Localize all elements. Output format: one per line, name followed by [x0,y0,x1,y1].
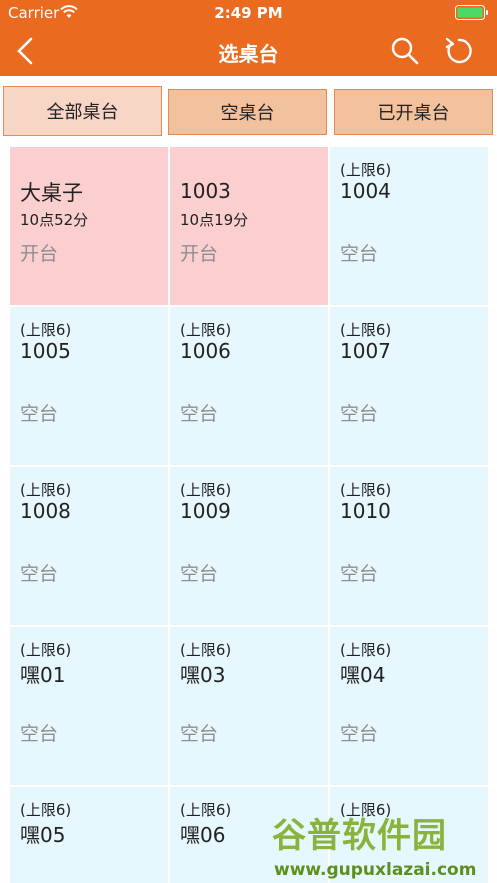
table-name: 嘿04 [340,663,386,687]
refresh-icon [445,37,472,64]
table-cell[interactable]: (上限6) 嘿05 [10,787,168,883]
table-status: 空台 [180,563,219,585]
table-name: 嘿01 [20,663,66,687]
table-status: 空台 [180,723,219,745]
table-cell[interactable]: (上限6) 1008 空台 [10,467,168,625]
tab-all-tables[interactable]: 全部桌台 [3,86,162,136]
table-cell[interactable]: (上限6) 1004 空台 [330,147,488,305]
table-capacity: (上限6) [20,321,72,339]
table-cell[interactable]: 大桌子 10点52分 开台 [10,147,168,305]
table-name: 1010 [340,499,391,523]
table-capacity: (上限6) [340,641,392,659]
table-capacity: (上限6) [180,641,232,659]
table-name: 大桌子 [20,181,83,205]
table-name: 嘿03 [180,663,226,687]
table-status: 开台 [180,243,219,265]
table-capacity: (上限6) [180,321,232,339]
table-name: 1008 [20,499,71,523]
watermark-title: 谷普软件园 [272,816,447,856]
search-button[interactable] [388,34,422,68]
table-name: 1007 [340,339,391,363]
watermark-url: www.gupuxlazai.com [274,860,477,880]
table-status: 空台 [340,563,379,585]
battery-icon [455,5,489,20]
table-capacity: (上限6) [340,161,392,179]
table-name: 1003 [180,179,231,203]
clock: 2:49 PM [214,4,283,22]
table-cell[interactable]: (上限6) 1007 空台 [330,307,488,465]
table-capacity: (上限6) [20,801,72,819]
table-filter-tabs: 全部桌台 空桌台 已开桌台 [0,86,497,138]
tab-open-tables[interactable]: 已开桌台 [334,89,493,135]
table-status: 空台 [20,723,59,745]
table-name: 1004 [340,179,391,203]
refresh-button[interactable] [442,34,476,68]
table-capacity: (上限6) [20,481,72,499]
status-bar: Carrier 2:49 PM [0,0,497,26]
table-capacity: (上限6) [180,481,232,499]
table-status: 空台 [340,403,379,425]
table-cell[interactable]: (上限6) 嘿01 空台 [10,627,168,785]
table-capacity: (上限6) [340,481,392,499]
table-cell[interactable]: (上限6) 嘿03 空台 [170,627,328,785]
table-cell[interactable]: (上限6) 1010 空台 [330,467,488,625]
table-capacity: (上限6) [340,321,392,339]
table-open-time: 10点52分 [20,211,89,229]
tab-free-tables[interactable]: 空桌台 [168,89,327,135]
table-cell[interactable]: (上限6) 嘿04 空台 [330,627,488,785]
table-cell[interactable]: 1003 10点19分 开台 [170,147,328,305]
table-cell[interactable]: (上限6) 1005 空台 [10,307,168,465]
table-capacity: (上限6) [20,641,72,659]
table-status: 空台 [340,243,379,265]
table-name: 嘿06 [180,823,226,847]
table-status: 空台 [20,563,59,585]
table-status: 空台 [340,723,379,745]
table-status: 空台 [180,403,219,425]
nav-bar: 选桌台 [0,26,497,76]
table-cell[interactable]: (上限6) 1009 空台 [170,467,328,625]
watermark: 谷普软件园 www.gupuxlazai.com [270,808,490,883]
table-name: 1009 [180,499,231,523]
table-status: 空台 [20,403,59,425]
table-cell[interactable]: (上限6) 1006 空台 [170,307,328,465]
table-capacity: (上限6) [180,801,232,819]
table-name: 1005 [20,339,71,363]
table-name: 1006 [180,339,231,363]
table-open-time: 10点19分 [180,211,249,229]
page-title: 选桌台 [218,42,279,66]
table-name: 嘿05 [20,823,66,847]
search-icon [391,37,419,65]
table-status: 开台 [20,243,59,265]
